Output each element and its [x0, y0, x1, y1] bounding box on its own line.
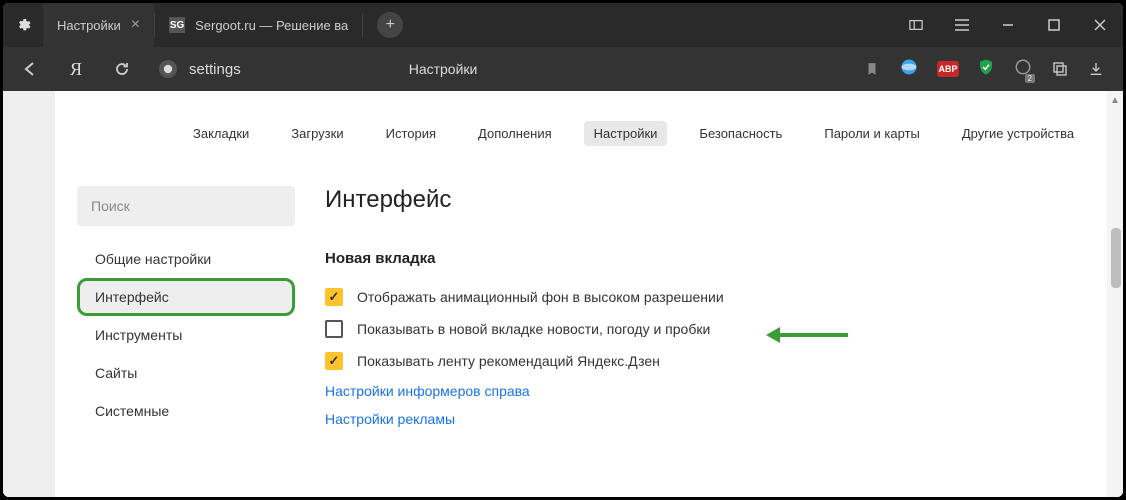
minimize-button[interactable]: [985, 3, 1031, 47]
abp-extension-icon[interactable]: ABP: [937, 61, 959, 77]
nav-item[interactable]: Пароли и карты: [814, 121, 930, 146]
checkbox-label: Показывать ленту рекомендаций Яндекс.Дзе…: [357, 353, 660, 369]
tab-favicon: SG: [169, 17, 185, 33]
nav-item[interactable]: Закладки: [183, 121, 259, 146]
settings-main: Интерфейс Новая вкладка Отображать анима…: [325, 186, 1123, 433]
tab-label: Настройки: [57, 18, 121, 33]
scrollbar-thumb[interactable]: [1111, 228, 1121, 288]
shield-icon[interactable]: [977, 57, 995, 82]
checkbox-row: Показывать в новой вкладке новости, пого…: [325, 313, 1123, 345]
panel-icon[interactable]: [893, 3, 939, 47]
page-title-toolbar: Настройки: [409, 61, 478, 77]
section-title: Интерфейс: [325, 186, 1123, 214]
sidebar-item[interactable]: Интерфейс: [77, 278, 295, 316]
gear-icon[interactable]: [3, 17, 43, 33]
nav-item[interactable]: Дополнения: [468, 121, 562, 146]
checkbox-label: Отображать анимационный фон в высоком ра…: [357, 289, 724, 305]
yandex-icon[interactable]: Я: [67, 59, 85, 80]
sidebar-item[interactable]: Инструменты: [77, 316, 295, 354]
settings-sidebar: Поиск Общие настройкиИнтерфейсИнструмент…: [77, 186, 295, 433]
sidebar-item[interactable]: Сайты: [77, 354, 295, 392]
extensions-icon[interactable]: [1051, 60, 1069, 78]
window-titlebar: Настройки × SG Sergoot.ru — Решение ва +: [3, 3, 1123, 47]
bookmark-icon[interactable]: [863, 62, 881, 76]
url-text: settings: [189, 61, 241, 78]
settings-link[interactable]: Настройки рекламы: [325, 405, 1123, 433]
extension-counter-icon[interactable]: 2: [1013, 58, 1033, 81]
nav-item[interactable]: Другие устройства: [952, 121, 1084, 146]
checkbox[interactable]: [325, 288, 343, 306]
close-icon[interactable]: ×: [131, 16, 140, 34]
scroll-up-icon[interactable]: ▲: [1107, 95, 1123, 106]
lock-icon: [159, 60, 177, 78]
nav-item[interactable]: Безопасность: [689, 121, 792, 146]
back-icon[interactable]: [21, 61, 39, 77]
left-gutter: [3, 91, 55, 497]
scrollbar-track[interactable]: ▲: [1107, 91, 1123, 497]
subsection-title: Новая вкладка: [325, 250, 1123, 267]
menu-icon[interactable]: [939, 3, 985, 47]
reload-icon[interactable]: [113, 61, 131, 77]
tab-divider: [362, 13, 363, 37]
tab-label: Sergoot.ru — Решение ва: [195, 18, 348, 33]
browser-tab[interactable]: SG Sergoot.ru — Решение ва: [155, 3, 362, 47]
settings-nav: Закладки Загрузки История Дополнения Настрой…: [55, 91, 1123, 156]
sidebar-item[interactable]: Общие настройки: [77, 240, 295, 278]
nav-item[interactable]: Загрузки: [281, 121, 353, 146]
address-toolbar: Я settings Настройки ABP 2: [3, 47, 1123, 91]
checkbox[interactable]: [325, 352, 343, 370]
extension-icon[interactable]: [899, 57, 919, 82]
nav-item[interactable]: Настройки: [584, 121, 668, 146]
checkbox-row: Отображать анимационный фон в высоком ра…: [325, 281, 1123, 313]
settings-link[interactable]: Настройки информеров справа: [325, 377, 1123, 405]
new-tab-button[interactable]: +: [377, 12, 403, 38]
nav-item[interactable]: История: [376, 121, 446, 146]
close-window-button[interactable]: [1077, 3, 1123, 47]
search-input[interactable]: Поиск: [77, 186, 295, 226]
sidebar-item[interactable]: Системные: [77, 392, 295, 430]
checkbox-label: Показывать в новой вкладке новости, пого…: [357, 321, 710, 337]
address-bar[interactable]: settings: [159, 60, 241, 78]
download-icon[interactable]: [1087, 61, 1105, 77]
browser-tab-active[interactable]: Настройки ×: [43, 3, 154, 47]
settings-page: Закладки Загрузки История Дополнения Настрой…: [55, 91, 1123, 497]
maximize-button[interactable]: [1031, 3, 1077, 47]
checkbox[interactable]: [325, 320, 343, 338]
checkbox-row: Показывать ленту рекомендаций Яндекс.Дзе…: [325, 345, 1123, 377]
